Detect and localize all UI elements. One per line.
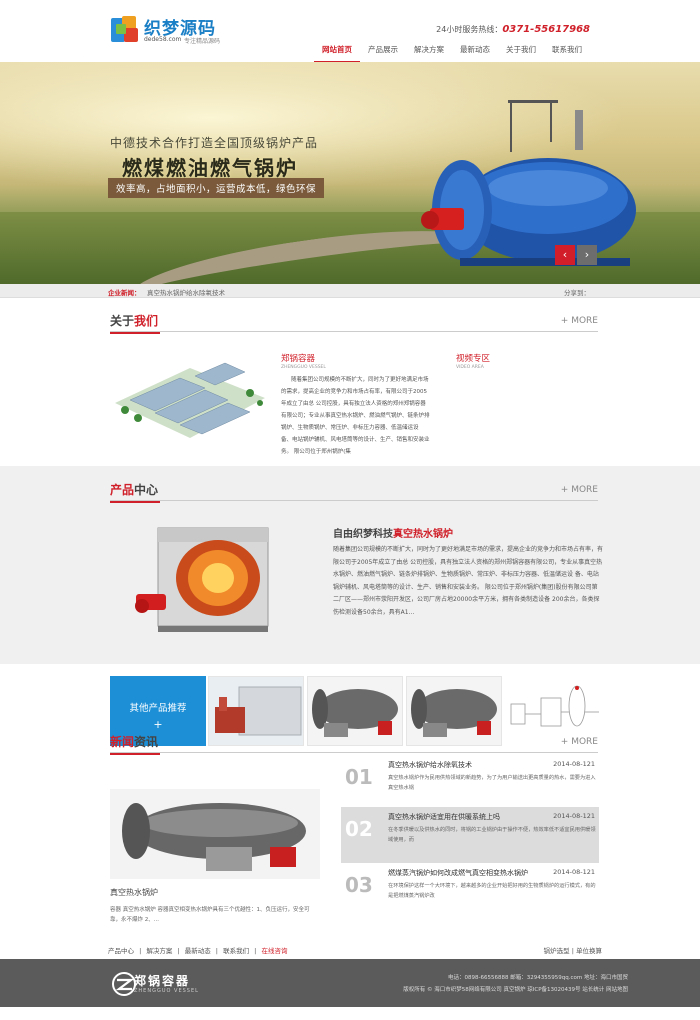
- recommend-title: 其他产品推荐: [129, 703, 187, 714]
- footer-contact: 电话：0898-66556888 邮箱：3294355959qq.com 地址：…: [448, 975, 628, 981]
- banner-title: 燃煤燃油燃气锅炉: [122, 156, 298, 180]
- plus-icon: +: [153, 718, 163, 731]
- hotline-label: 24小时服务热线：: [436, 25, 503, 34]
- product-boiler-image[interactable]: [128, 516, 298, 641]
- product-text: 随着集团公司规模的不断扩大，同时为了更好地满足市场的需求，提高企业的竞争力和市场…: [333, 546, 604, 616]
- logo-mark-icon: [111, 16, 138, 42]
- news-list-item[interactable]: 01 真空热水锅炉给水除氧技术 2014-08-121 真空热水锅炉作为民用供热…: [341, 755, 599, 811]
- link-separator: |: [139, 947, 142, 955]
- bottom-links: 产品中心 | 解决方案 | 最新动态 | 联系我们 | 在线咨询 锅炉选型 | …: [0, 939, 700, 959]
- products-title-part1: 产品: [110, 483, 135, 497]
- news-main-title[interactable]: 真空热水锅炉: [110, 887, 158, 898]
- news-item-desc: 在冬季供暖以及供热水的同时，将锅的工业锅炉由于操作不便，热效率低不适宜民用供暖领…: [388, 827, 596, 843]
- video-en: VIDEO AREA: [456, 365, 484, 370]
- footer-link-contact[interactable]: 联系我们: [223, 947, 249, 955]
- site-logo[interactable]: 织梦源码 dede58.com 专注精品源码: [110, 14, 270, 48]
- footer-link-consult[interactable]: 在线咨询: [261, 947, 287, 955]
- news-main-text: 容器 真空热水锅炉 容器真空相变热水锅炉具有三个优越性：1、负压运行，安全可靠，…: [110, 907, 310, 923]
- products-header: 产品中心 + MORE: [110, 479, 598, 503]
- news-section: 新闻资讯 + MORE 真空热水锅炉 容器 真空热水锅炉 容器真空相变热水锅炉具…: [0, 735, 700, 939]
- news-item-date: 2014-08-121: [553, 760, 595, 768]
- logo-slogan: 专注精品源码: [184, 38, 221, 45]
- company-en: ZHENGGUO VESSEL: [281, 365, 326, 370]
- company-name: 郑锅容器: [281, 354, 316, 364]
- site-footer: 郑锅容器 ZHENGGUO VESSEL 电话：0898-66556888 邮箱…: [0, 959, 700, 1007]
- bottom-links-right[interactable]: 锅炉选型 | 单位换算: [544, 945, 602, 955]
- news-item-title[interactable]: 真空热水锅炉给水除氧技术: [388, 760, 472, 770]
- footer-link-news[interactable]: 最新动态: [185, 947, 211, 955]
- about-header: 关于我们 + MORE: [110, 310, 598, 334]
- slider-prev-button[interactable]: ‹: [555, 245, 575, 265]
- news-number: 03: [345, 873, 373, 897]
- news-item-title[interactable]: 燃煤蒸汽锅炉如何改成燃气真空相变热水锅炉: [388, 868, 528, 878]
- hero-banner: 中德技术合作打造全国顶级锅炉产品 燃煤燃油燃气锅炉 效率高，占地面积小，运营成本…: [0, 62, 700, 284]
- nav-contact[interactable]: 联系我们: [544, 42, 590, 63]
- link-separator: |: [177, 947, 180, 955]
- link-separator: |: [254, 947, 257, 955]
- nav-solutions[interactable]: 解决方案: [406, 42, 452, 63]
- footer-link-solutions[interactable]: 解决方案: [146, 947, 172, 955]
- news-item-desc: 在环境保护这样一个大环境下，越来越多的企业开始把好用的生物质锅炉的运行模式，有的…: [388, 883, 596, 899]
- hotline-number: 0371-55617968: [502, 24, 590, 35]
- about-title-part2: 我们: [134, 314, 159, 328]
- footer-copyright: 版权所有 © 海口市织梦58网络有限公司 真空锅炉 琼ICP备13020439号…: [403, 987, 628, 993]
- products-section: 产品中心 + MORE 自由织梦科技真空热水锅炉 随着集团公司规模的不断扩大，同…: [0, 466, 700, 664]
- news-list-item[interactable]: 03 燃煤蒸汽锅炉如何改成燃气真空相变热水锅炉 2014-08-121 在环境保…: [341, 863, 599, 919]
- news-more-link[interactable]: + MORE: [561, 737, 598, 747]
- footer-logo-en: ZHENGGUO VESSEL: [134, 988, 199, 994]
- about-text: 随着集团公司规模的不断扩大，同时为了更好地满足市场的需求，提高企业的竞争力和市场…: [281, 377, 430, 455]
- news-main-image[interactable]: [110, 789, 320, 879]
- news-title: 新闻资讯: [110, 733, 161, 755]
- about-section: 关于我们 + MORE 郑锅容器 ZHENGGUO VESSEL 视频专区 VI…: [0, 298, 700, 466]
- product-title[interactable]: 自由织梦科技真空热水锅炉: [333, 525, 453, 540]
- news-item-desc: 真空热水锅炉作为民用供热领域的新趋势，为了为用户输送出更高质量的热水，需要为进入…: [388, 775, 596, 791]
- news-number: 01: [345, 765, 373, 789]
- factory-image: [115, 362, 265, 438]
- about-title: 关于我们: [110, 312, 161, 334]
- about-more-link[interactable]: + MORE: [561, 316, 598, 326]
- company-block: 郑锅容器 ZHENGGUO VESSEL: [281, 352, 326, 370]
- news-number: 02: [345, 817, 373, 841]
- nav-products[interactable]: 产品展示: [360, 42, 406, 63]
- news-ticker: 企业新闻： 真空热水锅炉给水除氧技术 分享到：: [0, 284, 700, 298]
- banner-tagline: 效率高，占地面积小，运营成本低，绿色环保: [108, 178, 325, 198]
- video-block: 视频专区 VIDEO AREA: [456, 352, 490, 370]
- nav-home[interactable]: 网站首页: [314, 42, 360, 63]
- product-title-highlight: 真空热水锅炉: [393, 529, 453, 540]
- products-more-link[interactable]: + MORE: [561, 485, 598, 495]
- boiler-image: [421, 100, 636, 266]
- product-title-prefix: 自由织梦科技: [333, 529, 393, 540]
- products-title: 产品中心: [110, 481, 161, 503]
- about-title-part1: 关于: [110, 314, 135, 328]
- news-title-part2: 资讯: [134, 735, 159, 749]
- video-title[interactable]: 视频专区: [456, 352, 490, 364]
- share-label[interactable]: 分享到：: [564, 287, 590, 297]
- news-header: 新闻资讯 + MORE: [110, 731, 598, 755]
- footer-logo-text: 郑锅容器: [134, 974, 191, 988]
- nav-about[interactable]: 关于我们: [498, 42, 544, 63]
- bottom-links-left: 产品中心 | 解决方案 | 最新动态 | 联系我们 | 在线咨询: [108, 945, 290, 955]
- site-header: 织梦源码 dede58.com 专注精品源码 24小时服务热线：0371-556…: [0, 0, 700, 63]
- link-separator: |: [215, 947, 218, 955]
- slider-next-button[interactable]: ›: [577, 245, 597, 265]
- main-nav: 网站首页 产品展示 解决方案 最新动态 关于我们 联系我们: [314, 42, 590, 63]
- news-item-date: 2014-08-121: [553, 868, 595, 876]
- nav-news[interactable]: 最新动态: [452, 42, 498, 63]
- hotline: 24小时服务热线：0371-55617968: [436, 24, 590, 35]
- ticker-label: 企业新闻：: [108, 289, 141, 297]
- logo-domain: dede58.com: [144, 36, 182, 43]
- footer-link-products[interactable]: 产品中心: [108, 947, 134, 955]
- banner-headline: 中德技术合作打造全国顶级锅炉产品: [110, 136, 319, 150]
- news-list-item[interactable]: 02 真空热水锅炉适宜用在供暖系统上吗 2014-08-121 在冬季供暖以及供…: [341, 807, 599, 863]
- news-item-title[interactable]: 真空热水锅炉适宜用在供暖系统上吗: [388, 812, 500, 822]
- news-title-part1: 新闻: [110, 735, 135, 749]
- news-item-date: 2014-08-121: [553, 812, 595, 820]
- products-title-part2: 中心: [134, 483, 159, 497]
- ticker-link[interactable]: 真空热水锅炉给水除氧技术: [147, 287, 225, 297]
